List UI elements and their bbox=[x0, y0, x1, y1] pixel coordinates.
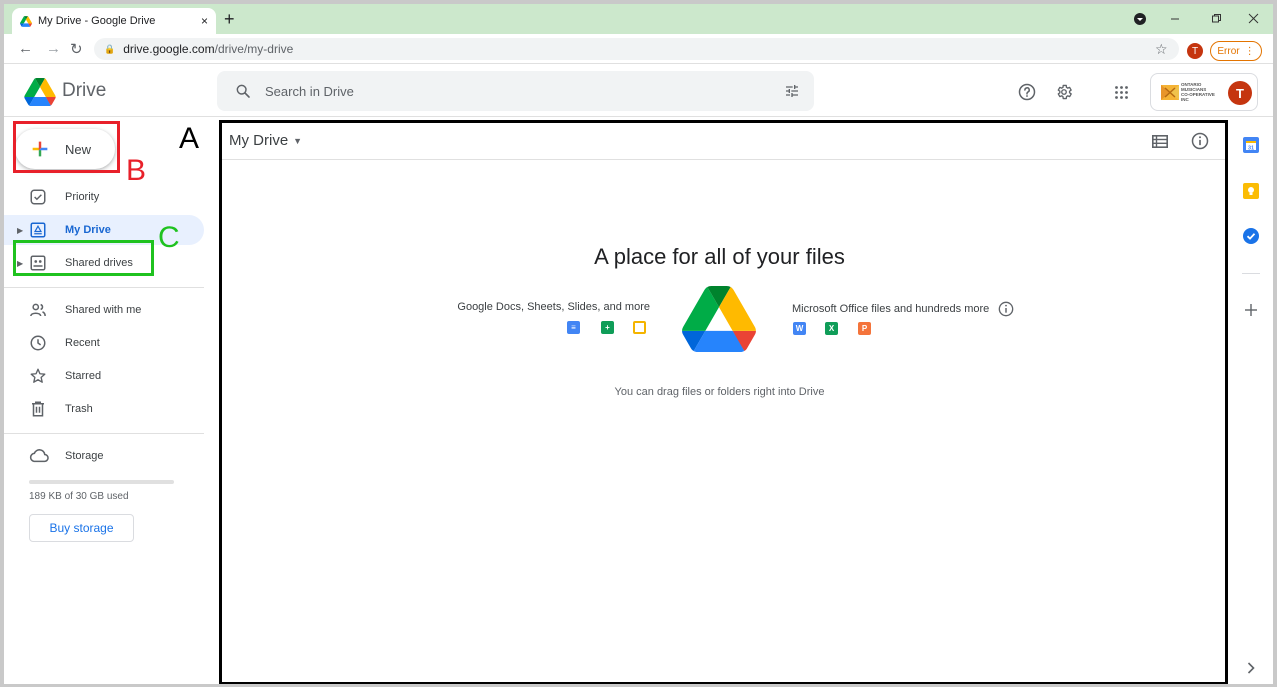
sidebar-item-label: Trash bbox=[65, 403, 93, 415]
sidebar-item-shared-with-me[interactable]: Shared with me bbox=[4, 295, 204, 325]
storage-used-text: 189 KB of 30 GB used bbox=[29, 491, 129, 502]
word-file-icon: W bbox=[793, 322, 806, 335]
storage-progress-bar bbox=[29, 480, 174, 484]
tab-bar: My Drive - Google Drive × + bbox=[4, 4, 1273, 34]
profile-menu-icon[interactable] bbox=[1134, 13, 1146, 25]
annotation-letter-c: C bbox=[158, 221, 180, 254]
sidebar-item-storage[interactable]: Storage bbox=[4, 441, 204, 471]
breadcrumb-label: My Drive bbox=[229, 132, 289, 149]
svg-text:31: 31 bbox=[1248, 146, 1254, 152]
search-icon[interactable] bbox=[235, 83, 251, 99]
calendar-icon[interactable]: 31 bbox=[1243, 137, 1259, 153]
drive-logo-icon[interactable] bbox=[24, 78, 56, 106]
buy-storage-button[interactable]: Buy storage bbox=[29, 514, 134, 542]
excel-file-icon: X bbox=[825, 322, 838, 335]
drive-logo-large-icon bbox=[682, 286, 756, 352]
bookmark-star-icon[interactable]: ☆ bbox=[1155, 41, 1168, 58]
back-arrow-icon[interactable]: ← bbox=[18, 40, 33, 57]
sidebar-divider bbox=[4, 287, 204, 288]
sidebar-item-label: Recent bbox=[65, 337, 100, 349]
clock-icon bbox=[30, 335, 46, 351]
add-addon-icon[interactable] bbox=[1245, 304, 1257, 316]
profile-avatar[interactable]: T bbox=[1187, 43, 1203, 59]
address-bar[interactable]: 🔒 drive.google.com/drive/my-drive bbox=[94, 38, 1179, 60]
side-panel: 31 bbox=[1233, 117, 1273, 684]
cloud-icon bbox=[29, 449, 49, 463]
sidebar-item-label: Storage bbox=[65, 450, 104, 462]
keep-notes-icon[interactable] bbox=[1243, 183, 1259, 199]
sidebar-item-recent[interactable]: Recent bbox=[4, 328, 204, 358]
tab-title: My Drive - Google Drive bbox=[38, 15, 156, 27]
sidebar-item-priority[interactable]: Priority bbox=[4, 182, 204, 212]
sidebar-item-trash[interactable]: Trash bbox=[4, 394, 204, 424]
account-avatar[interactable]: T bbox=[1228, 81, 1252, 105]
annotation-letter-b: B bbox=[126, 154, 147, 187]
drive-header: Drive Search in Drive ONTARIO MUSICIANS … bbox=[4, 65, 1273, 117]
error-button[interactable]: Error ⋮ bbox=[1210, 41, 1262, 61]
search-bar bbox=[217, 71, 814, 111]
tasks-icon[interactable] bbox=[1243, 228, 1259, 244]
sidebar-divider bbox=[4, 433, 204, 434]
info-icon[interactable] bbox=[1191, 132, 1209, 150]
google-formats-caption: Google Docs, Sheets, Slides, and more bbox=[457, 301, 650, 313]
my-drive-icon bbox=[30, 222, 46, 238]
google-slides-icon bbox=[633, 321, 646, 334]
shared-with-me-icon bbox=[30, 303, 46, 317]
restore-icon[interactable] bbox=[1211, 13, 1222, 24]
reload-icon[interactable]: ↻ bbox=[70, 40, 83, 58]
error-label: Error bbox=[1217, 45, 1240, 57]
sidebar-item-label: Shared with me bbox=[65, 304, 142, 316]
sidebar: New Priority ▶ My Drive ▶ Shared drives … bbox=[4, 117, 216, 684]
url-host: drive.google.com bbox=[123, 42, 215, 56]
empty-state-title: A place for all of your files bbox=[594, 244, 845, 269]
organization-name-line: INC bbox=[1181, 97, 1189, 102]
tab-close-icon[interactable]: × bbox=[201, 14, 208, 28]
sidebar-item-label: Priority bbox=[65, 191, 100, 203]
organization-logo-icon bbox=[1161, 85, 1179, 100]
browser-toolbar: ← → ↻ 🔒 drive.google.com/drive/my-drive … bbox=[4, 34, 1273, 64]
product-name[interactable]: Drive bbox=[62, 80, 106, 102]
priority-icon bbox=[30, 189, 46, 205]
info-circle-icon[interactable] bbox=[998, 301, 1014, 317]
settings-gear-icon[interactable] bbox=[1055, 83, 1073, 101]
trash-icon bbox=[32, 401, 44, 417]
office-formats-caption: Microsoft Office files and hundreds more bbox=[792, 301, 1052, 317]
new-tab-button[interactable]: + bbox=[224, 9, 235, 30]
annotation-box-b bbox=[13, 121, 120, 173]
drag-hint-text: You can drag files or folders right into… bbox=[614, 386, 825, 398]
forward-arrow-icon[interactable]: → bbox=[46, 40, 61, 57]
sidebar-item-label: My Drive bbox=[65, 224, 111, 236]
url-path: /drive/my-drive bbox=[214, 42, 294, 56]
drive-favicon-icon bbox=[20, 15, 32, 27]
apps-grid-icon[interactable] bbox=[1115, 86, 1128, 99]
annotation-letter-a: A bbox=[179, 122, 200, 155]
chevron-right-icon[interactable] bbox=[1247, 662, 1255, 674]
close-window-icon[interactable] bbox=[1248, 13, 1259, 24]
office-formats-text: Microsoft Office files and hundreds more bbox=[792, 302, 990, 315]
browser-window: My Drive - Google Drive × + ← → ↻ 🔒 driv… bbox=[4, 4, 1273, 684]
expand-arrow-icon[interactable]: ▶ bbox=[17, 226, 23, 235]
google-sheets-icon: + bbox=[601, 321, 614, 334]
minimize-icon[interactable] bbox=[1170, 14, 1180, 24]
list-view-icon[interactable] bbox=[1152, 135, 1168, 148]
powerpoint-file-icon: P bbox=[858, 322, 871, 335]
main-header: My Drive ▼ bbox=[222, 123, 1225, 160]
browser-tab[interactable]: My Drive - Google Drive × bbox=[12, 8, 216, 34]
search-input[interactable] bbox=[265, 83, 745, 99]
side-panel-divider bbox=[1242, 273, 1260, 274]
google-docs-icon: ≡ bbox=[567, 321, 580, 334]
sidebar-item-label: Starred bbox=[65, 370, 102, 382]
annotation-box-c bbox=[13, 240, 154, 276]
help-icon[interactable] bbox=[1018, 83, 1036, 101]
breadcrumb[interactable]: My Drive ▼ bbox=[229, 132, 302, 149]
sidebar-item-starred[interactable]: Starred bbox=[4, 361, 204, 391]
organization-name: ONTARIO MUSICIANS CO-OPERATIVE INC bbox=[1181, 82, 1215, 102]
search-options-icon[interactable] bbox=[784, 83, 800, 99]
main-content: My Drive ▼ A place for all of your files … bbox=[219, 120, 1228, 684]
kebab-menu-icon: ⋮ bbox=[1244, 45, 1255, 57]
lock-icon: 🔒 bbox=[104, 43, 116, 54]
star-icon bbox=[30, 368, 46, 383]
dropdown-caret-icon: ▼ bbox=[293, 136, 303, 147]
